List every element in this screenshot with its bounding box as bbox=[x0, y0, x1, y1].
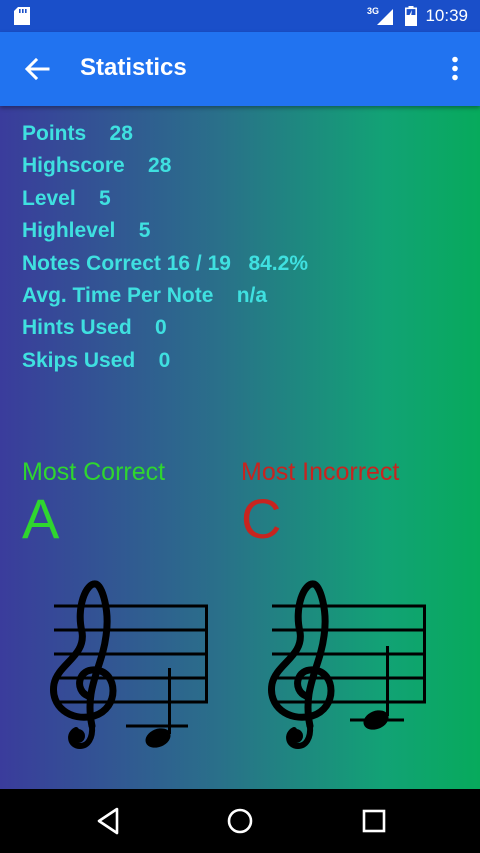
most-correct-staff bbox=[50, 580, 208, 750]
back-triangle-icon[interactable] bbox=[94, 805, 122, 837]
stat-label: Skips Used bbox=[22, 348, 136, 372]
stat-avg-time: Avg. Time Per Note n/a bbox=[22, 280, 308, 312]
most-correct-note: A bbox=[22, 487, 60, 550]
stat-value: 5 bbox=[138, 219, 151, 243]
stat-highlevel: Highlevel 5 bbox=[22, 215, 308, 247]
stat-hints-used: Hints Used 0 bbox=[22, 312, 308, 344]
overflow-menu-icon[interactable] bbox=[450, 56, 460, 82]
stat-notes-correct: Notes Correct 16 / 19 84.2% bbox=[22, 248, 308, 280]
page-title: Statistics bbox=[80, 54, 187, 81]
stats-list: Points 28 Highscore 28 Level 5 Highlevel… bbox=[22, 118, 308, 377]
stat-value: n/a bbox=[236, 283, 268, 307]
treble-clef-icon bbox=[50, 580, 117, 750]
most-incorrect-note: C bbox=[241, 487, 282, 550]
stat-skips-used: Skips Used 0 bbox=[22, 345, 308, 377]
treble-clef-icon bbox=[268, 580, 335, 750]
stat-label: Hints Used bbox=[22, 316, 132, 340]
stat-label: Highlevel bbox=[22, 219, 116, 243]
stat-label: Highscore bbox=[22, 154, 125, 178]
stat-value: 28 bbox=[148, 154, 172, 178]
note-a-symbol bbox=[145, 668, 171, 748]
battery-icon bbox=[405, 6, 418, 26]
most-correct-label: Most Correct bbox=[22, 458, 166, 486]
status-bar: 3G 10:39 bbox=[0, 0, 480, 32]
back-arrow-icon[interactable] bbox=[24, 57, 50, 81]
stat-value: 28 bbox=[109, 122, 133, 145]
most-incorrect-label: Most Incorrect bbox=[241, 458, 400, 486]
stat-points: Points 28 bbox=[22, 118, 308, 150]
stat-label: Avg. Time Per Note bbox=[22, 283, 214, 307]
navigation-bar bbox=[0, 789, 480, 853]
stat-value: 0 bbox=[155, 316, 167, 340]
recents-square-icon[interactable] bbox=[360, 805, 388, 837]
stat-level: Level 5 bbox=[22, 183, 308, 215]
sd-card-icon bbox=[14, 7, 30, 25]
stat-highscore: Highscore 28 bbox=[22, 150, 308, 182]
note-c-symbol bbox=[363, 646, 389, 730]
signal-icon: 3G bbox=[367, 6, 394, 25]
stat-value: 16 / 19 84.2% bbox=[166, 251, 308, 275]
network-type-label: 3G bbox=[367, 6, 379, 16]
stat-label: Points bbox=[22, 122, 87, 145]
stat-label: Level bbox=[22, 186, 76, 210]
stat-value: 0 bbox=[158, 348, 171, 372]
home-circle-icon[interactable] bbox=[226, 805, 254, 837]
clock-time: 10:39 bbox=[425, 6, 468, 25]
most-incorrect-staff bbox=[268, 580, 426, 750]
stat-value: 5 bbox=[99, 186, 111, 210]
app-bar: Statistics bbox=[0, 32, 480, 106]
statistics-content: Points 28 Highscore 28 Level 5 Highlevel… bbox=[0, 106, 480, 789]
stat-label: Notes Correct bbox=[22, 251, 161, 275]
